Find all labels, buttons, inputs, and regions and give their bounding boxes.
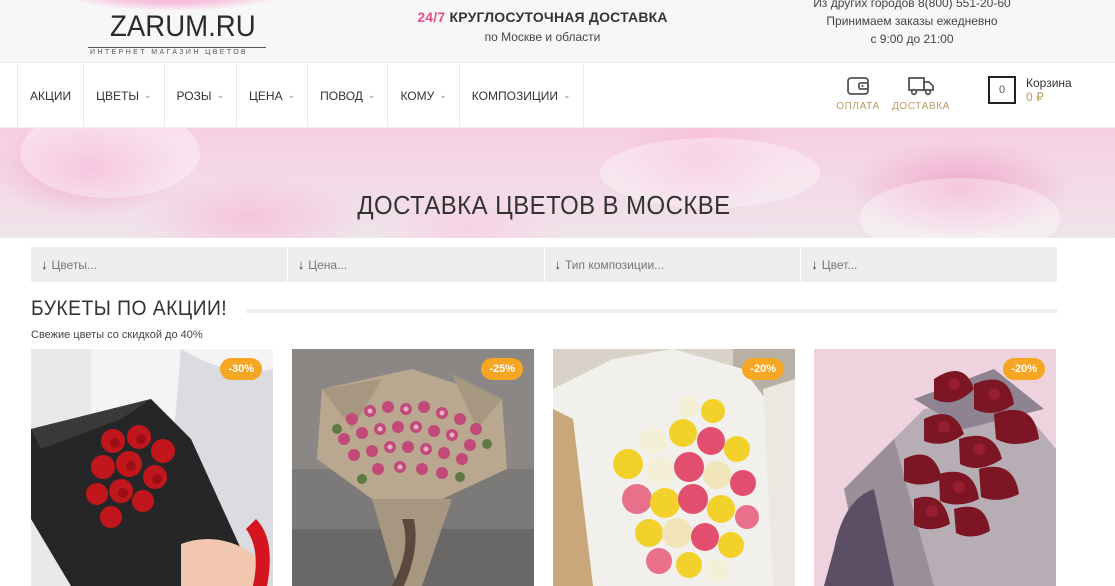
- main-menu: АКЦИИ ЦВЕТЫ ⌄ РОЗЫ ⌄ ЦЕНА ⌄ ПОВОД ⌄ КОМУ ⌄ КО…: [17, 63, 584, 128]
- arrow-down-icon: ↓: [41, 257, 48, 272]
- section-subtitle: Свежие цветы со скидкой до 40%: [31, 329, 203, 341]
- product-card[interactable]: -25%: [292, 349, 534, 586]
- product-image-mixed-roses: [553, 349, 795, 586]
- menu-item-label: КОМУ: [400, 88, 435, 103]
- menu-item-akcii[interactable]: АКЦИИ: [18, 63, 85, 128]
- menu-item-komu[interactable]: КОМУ ⌄: [388, 63, 460, 128]
- payment-link[interactable]: ОПЛАТА: [828, 75, 888, 112]
- cart-count: 0: [988, 76, 1016, 104]
- payment-label: ОПЛАТА: [836, 101, 880, 112]
- cart-sum: 0 ₽: [1026, 90, 1044, 104]
- chevron-down-icon: ⌄: [562, 90, 571, 100]
- delivery-title-text: КРУГЛОСУТОЧНАЯ ДОСТАВКА: [449, 9, 668, 25]
- delivery-info: 24/7 КРУГЛОСУТОЧНАЯ ДОСТАВКА по Москве и…: [400, 9, 685, 44]
- menu-item-kompozicii[interactable]: КОМПОЗИЦИИ ⌄: [460, 63, 584, 128]
- filter-placeholder: Цвет...: [821, 257, 858, 272]
- banner-petal-decoration: [20, 128, 200, 198]
- arrow-down-icon: ↓: [811, 257, 818, 272]
- filter-placeholder: Тип композиции...: [565, 257, 665, 272]
- menu-item-label: ЦЕНА: [249, 88, 283, 103]
- section-title: БУКЕТЫ ПО АКЦИИ!: [31, 297, 228, 320]
- menu-item-cvety[interactable]: ЦВЕТЫ ⌄: [84, 63, 165, 128]
- arrow-down-icon: ↓: [554, 257, 562, 272]
- product-image-pink-spray-roses: [292, 349, 534, 586]
- discount-badge: -20%: [1003, 358, 1045, 380]
- filter-flowers[interactable]: ↓ Цветы...: [31, 247, 288, 282]
- logo-divider: [88, 47, 266, 48]
- menu-item-label: КОМПОЗИЦИИ: [471, 88, 558, 103]
- filter-color[interactable]: ↓ Цвет...: [801, 247, 1057, 282]
- top-header: ZARUM.RU ИНТЕРНЕТ МАГАЗИН ЦВЕТОВ 24/7 КР…: [0, 0, 1115, 63]
- cart-title: Корзина: [1026, 76, 1072, 90]
- filter-bar: ↓ Цветы... ↓ Цена... ↓ Тип композиции... ↓ Ц…: [31, 247, 1057, 282]
- logo-subtitle: ИНТЕРНЕТ МАГАЗИН ЦВЕТОВ: [90, 49, 249, 56]
- truck-icon: [908, 77, 934, 96]
- menu-item-rozy[interactable]: РОЗЫ ⌄: [165, 63, 238, 128]
- contact-phone[interactable]: Из других городов 8(800) 551-20-60: [808, 0, 1016, 12]
- product-image-calla-lilies: [814, 349, 1056, 586]
- logo-flower-graphic: [66, 0, 280, 10]
- menu-item-label: РОЗЫ: [176, 88, 212, 103]
- arrow-down-icon: ↓: [297, 257, 305, 272]
- delivery-link[interactable]: ДОСТАВКА: [891, 75, 951, 112]
- main-navbar: АКЦИИ ЦВЕТЫ ⌄ РОЗЫ ⌄ ЦЕНА ⌄ ПОВОД ⌄ КОМУ ⌄ КО…: [0, 63, 1115, 128]
- menu-item-cena[interactable]: ЦЕНА ⌄: [237, 63, 309, 128]
- contact-hours: с 9:00 до 21:00: [870, 32, 954, 46]
- filter-composition-type[interactable]: ↓ Тип композиции...: [545, 247, 802, 282]
- wallet-icon: [847, 77, 869, 95]
- product-card[interactable]: -20%: [553, 349, 795, 586]
- filter-placeholder: Цена...: [308, 257, 348, 272]
- discount-badge: -20%: [742, 358, 784, 380]
- site-logo[interactable]: ZARUM.RU ИНТЕРНЕТ МАГАЗИН ЦВЕТОВ: [66, 0, 280, 62]
- delivery-title: 24/7 КРУГЛОСУТОЧНАЯ ДОСТАВКА: [400, 9, 685, 25]
- menu-item-label: ПОВОД: [320, 88, 363, 103]
- logo-text: ZARUM.RU: [110, 10, 256, 43]
- banner-title: ДОСТАВКА ЦВЕТОВ В МОСКВЕ: [357, 190, 731, 220]
- chevron-down-icon: ⌄: [287, 90, 296, 100]
- chevron-down-icon: ⌄: [143, 90, 152, 100]
- delivery-label: ДОСТАВКА: [892, 101, 950, 112]
- hero-banner: ДОСТАВКА ЦВЕТОВ В МОСКВЕ: [0, 128, 1115, 238]
- chevron-down-icon: ⌄: [216, 90, 225, 100]
- product-card[interactable]: -30%: [31, 349, 273, 586]
- delivery-subtitle: по Москве и области: [484, 30, 601, 44]
- discount-badge: -30%: [220, 358, 262, 380]
- section-divider: [246, 309, 1057, 313]
- contact-hours-label: Принимаем заказы ежедневно: [826, 14, 998, 28]
- menu-item-label: ЦВЕТЫ: [96, 88, 139, 103]
- menu-item-povod[interactable]: ПОВОД ⌄: [308, 63, 389, 128]
- contact-info: Из других городов 8(800) 551-20-60 Прини…: [808, 0, 1016, 48]
- cart-widget[interactable]: 0 Корзина 0 ₽: [988, 76, 1098, 116]
- product-card[interactable]: -20%: [814, 349, 1056, 586]
- product-image-red-roses: [31, 349, 273, 586]
- filter-price[interactable]: ↓ Цена...: [288, 247, 545, 282]
- chevron-down-icon: ⌄: [367, 90, 376, 100]
- delivery-accent: 24/7: [417, 9, 446, 25]
- chevron-down-icon: ⌄: [439, 90, 447, 100]
- menu-item-label: АКЦИИ: [30, 88, 72, 103]
- discount-badge: -25%: [481, 358, 523, 380]
- filter-placeholder: Цветы...: [51, 257, 98, 272]
